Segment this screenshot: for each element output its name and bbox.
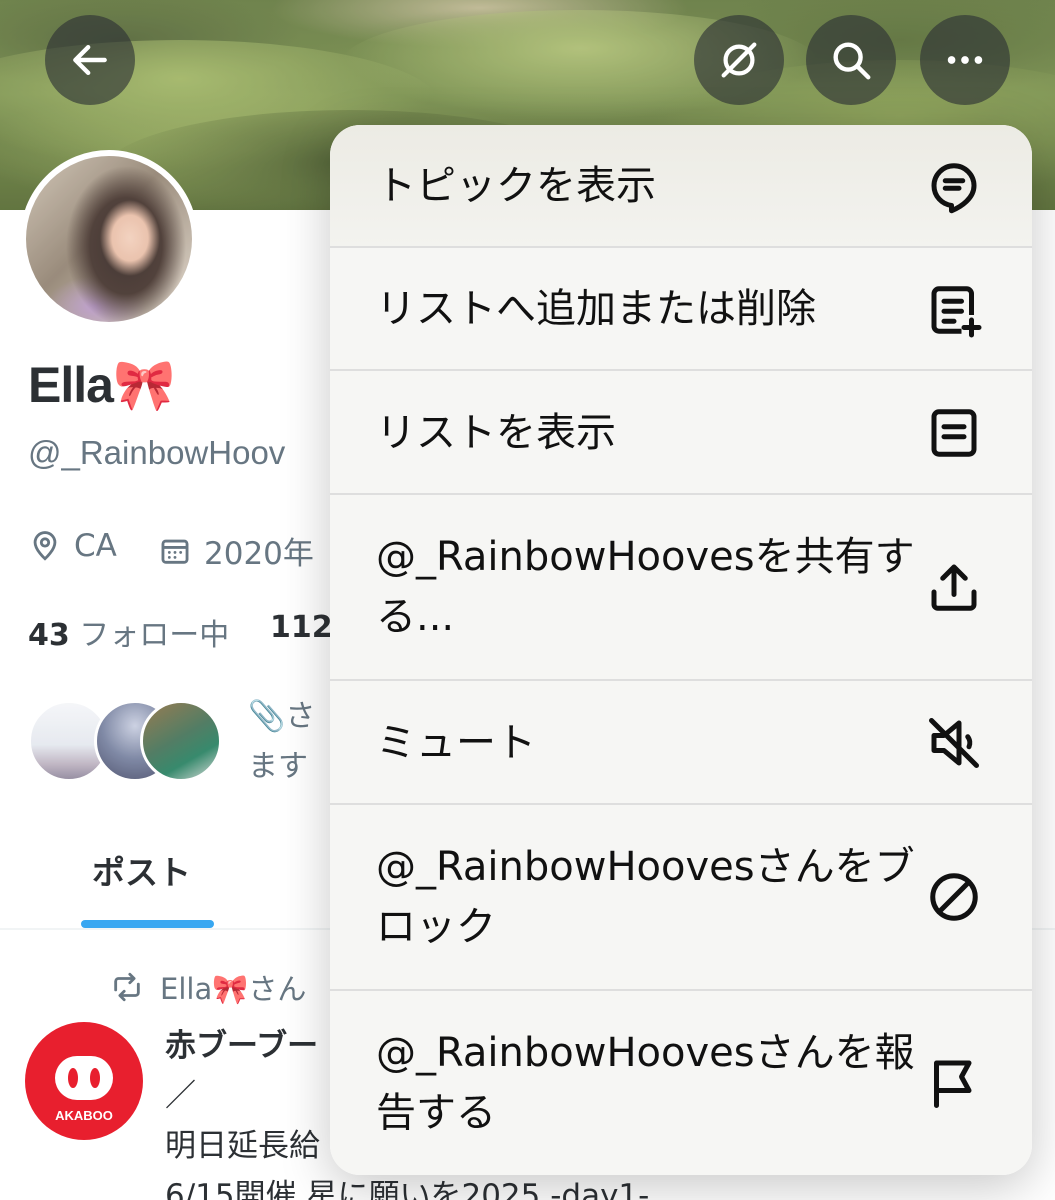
menu-item-add-remove-lists[interactable]: リストへ追加または削除 [330,248,1032,371]
menu-item-label: リストを表示 [376,410,616,456]
menu-item-mute[interactable]: ミュート [330,681,1032,805]
menu-item-label: @_RainbowHoovesさんをブロック [376,844,915,950]
profile-more-menu: トピックを表示 リストへ追加または削除 リストを表示 @_RainbowHoov… [330,125,1032,1175]
mute-speaker-icon [924,713,984,773]
menu-item-report[interactable]: @_RainbowHoovesさんを報告する [330,991,1032,1175]
menu-item-share-profile[interactable]: @_RainbowHoovesを共有する... [330,495,1032,681]
block-icon [924,867,984,927]
share-icon [924,557,984,617]
menu-item-block[interactable]: @_RainbowHoovesさんをブロック [330,805,1032,991]
list-add-icon [924,280,984,340]
menu-item-view-topics[interactable]: トピックを表示 [330,125,1032,248]
list-icon [924,403,984,463]
topic-bubble-icon [924,157,984,217]
flag-icon [924,1053,984,1113]
menu-item-label: @_RainbowHoovesを共有する... [376,534,915,640]
menu-item-label: ミュート [376,720,536,766]
menu-item-label: リストへ追加または削除 [376,286,816,332]
menu-item-label: @_RainbowHoovesさんを報告する [376,1030,915,1136]
menu-item-view-lists[interactable]: リストを表示 [330,371,1032,495]
menu-item-label: トピックを表示 [376,163,656,209]
